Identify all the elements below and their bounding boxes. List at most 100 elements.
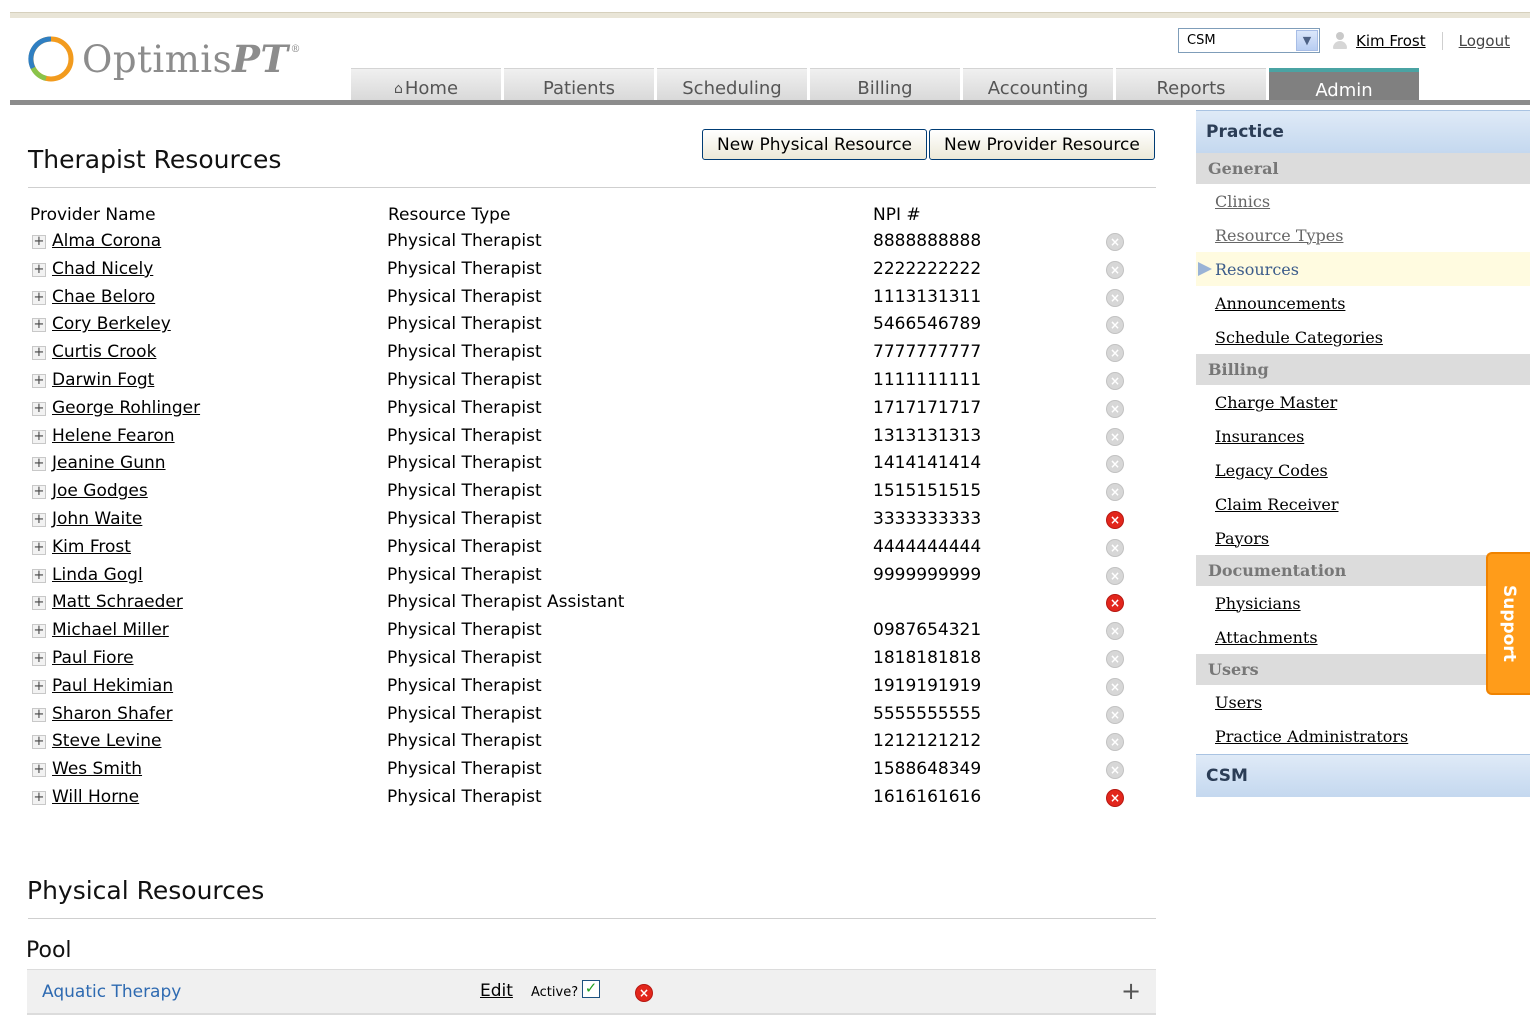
- provider-name-link[interactable]: Chad Nicely: [52, 259, 153, 279]
- expand-plus-icon[interactable]: +: [32, 346, 46, 361]
- delete-icon[interactable]: ×: [1106, 733, 1124, 752]
- expand-plus-icon[interactable]: +: [32, 401, 46, 416]
- new-physical-resource-button[interactable]: New Physical Resource: [702, 129, 928, 160]
- chevron-down-icon[interactable]: ▼: [1296, 30, 1318, 51]
- user-name-link[interactable]: Kim Frost: [1356, 32, 1426, 50]
- provider-name-link[interactable]: Curtis Crook: [52, 342, 156, 362]
- sidebar-item-insurances[interactable]: Insurances: [1196, 419, 1530, 453]
- delete-icon[interactable]: ×: [1106, 538, 1124, 557]
- provider-name-link[interactable]: Linda Gogl: [52, 565, 143, 585]
- expand-plus-icon[interactable]: +: [32, 262, 46, 277]
- sidebar-item-schedule-categories[interactable]: Schedule Categories: [1196, 320, 1530, 354]
- expand-plus-icon[interactable]: +: [32, 540, 46, 555]
- delete-icon[interactable]: ×: [1106, 483, 1124, 502]
- expand-plus-icon[interactable]: +: [32, 679, 46, 694]
- provider-name-link[interactable]: Alma Corona: [52, 231, 161, 251]
- physical-resource-name[interactable]: Aquatic Therapy: [42, 982, 181, 1002]
- sidebar-item-practice-administrators[interactable]: Practice Administrators: [1196, 719, 1530, 753]
- delete-icon[interactable]: ×: [1106, 677, 1124, 696]
- expand-plus-icon[interactable]: +: [32, 735, 46, 750]
- expand-plus-icon[interactable]: +: [32, 707, 46, 722]
- sidebar-csm-header[interactable]: CSM: [1196, 754, 1530, 797]
- expand-plus-icon[interactable]: +: [32, 790, 46, 805]
- delete-icon[interactable]: ×: [1106, 288, 1124, 307]
- sidebar-item-users[interactable]: Users: [1196, 685, 1530, 719]
- support-tab[interactable]: Support: [1486, 552, 1530, 695]
- provider-name-link[interactable]: Michael Miller: [52, 620, 169, 640]
- expand-plus-icon[interactable]: +: [32, 763, 46, 778]
- delete-icon[interactable]: ×: [1106, 788, 1124, 807]
- expand-plus-icon[interactable]: +: [32, 568, 46, 583]
- expand-plus-icon[interactable]: +: [32, 429, 46, 444]
- provider-name-link[interactable]: Darwin Fogt: [52, 370, 154, 390]
- expand-plus-icon[interactable]: +: [32, 512, 46, 527]
- provider-name-link[interactable]: Paul Hekimian: [52, 676, 173, 696]
- provider-name-link[interactable]: Chae Beloro: [52, 287, 155, 307]
- sidebar-item-payors[interactable]: Payors: [1196, 521, 1530, 555]
- provider-name-link[interactable]: Jeanine Gunn: [52, 453, 166, 473]
- tab-accounting[interactable]: Accounting: [963, 68, 1113, 100]
- expand-icon[interactable]: +: [1121, 977, 1141, 1005]
- tab-scheduling[interactable]: Scheduling: [657, 68, 807, 100]
- delete-icon[interactable]: ×: [1106, 594, 1124, 613]
- provider-name-link[interactable]: Steve Levine: [52, 731, 162, 751]
- provider-name-link[interactable]: Paul Fiore: [52, 648, 134, 668]
- tab-reports[interactable]: Reports: [1116, 68, 1266, 100]
- provider-name-link[interactable]: George Rohlinger: [52, 398, 200, 418]
- provider-name-link[interactable]: Cory Berkeley: [52, 314, 171, 334]
- delete-icon[interactable]: ×: [1106, 761, 1124, 780]
- provider-name-link[interactable]: Helene Fearon: [52, 426, 175, 446]
- active-checkbox[interactable]: ✓: [582, 980, 600, 998]
- sidebar-item-label: Clinics: [1215, 191, 1271, 211]
- delete-icon[interactable]: ×: [1106, 260, 1124, 279]
- edit-link[interactable]: Edit: [480, 981, 513, 1001]
- delete-icon[interactable]: ×: [635, 984, 653, 1002]
- delete-icon[interactable]: ×: [1106, 427, 1124, 446]
- expand-plus-icon[interactable]: +: [32, 290, 46, 305]
- delete-icon[interactable]: ×: [1106, 344, 1124, 363]
- sidebar-item-announcements[interactable]: Announcements: [1196, 286, 1530, 320]
- provider-name-link[interactable]: Matt Schraeder: [52, 592, 183, 612]
- expand-plus-icon[interactable]: +: [32, 596, 46, 611]
- expand-plus-icon[interactable]: +: [32, 235, 46, 249]
- delete-icon[interactable]: ×: [1106, 371, 1124, 390]
- delete-icon[interactable]: ×: [1106, 233, 1124, 251]
- provider-name-link[interactable]: Wes Smith: [52, 759, 142, 779]
- delete-icon[interactable]: ×: [1106, 649, 1124, 668]
- expand-plus-icon[interactable]: +: [32, 457, 46, 472]
- delete-icon[interactable]: ×: [1106, 705, 1124, 724]
- expand-plus-icon[interactable]: +: [32, 624, 46, 639]
- provider-name-link[interactable]: John Waite: [52, 509, 142, 529]
- expand-plus-icon[interactable]: +: [32, 485, 46, 500]
- provider-name-link[interactable]: Kim Frost: [52, 537, 131, 557]
- provider-name-link[interactable]: Will Horne: [52, 787, 139, 807]
- optimispt-logo[interactable]: OptimisPT ®: [26, 34, 301, 84]
- tab-admin[interactable]: Admin: [1269, 68, 1419, 101]
- delete-icon[interactable]: ×: [1106, 455, 1124, 474]
- sidebar-item-physicians[interactable]: Physicians: [1196, 586, 1530, 620]
- expand-plus-icon[interactable]: +: [32, 651, 46, 666]
- tab-billing[interactable]: Billing: [810, 68, 960, 100]
- delete-icon[interactable]: ×: [1106, 622, 1124, 641]
- sidebar-item-charge-master[interactable]: Charge Master: [1196, 385, 1530, 419]
- sidebar-item-legacy-codes[interactable]: Legacy Codes: [1196, 453, 1530, 487]
- new-provider-resource-button[interactable]: New Provider Resource: [929, 129, 1155, 160]
- csm-select[interactable]: CSM ▼: [1178, 28, 1320, 53]
- sidebar-item-resources[interactable]: Resources: [1196, 252, 1530, 286]
- provider-name-link[interactable]: Sharon Shafer: [52, 704, 173, 724]
- provider-name-link[interactable]: Joe Godges: [52, 481, 148, 501]
- tab-patients[interactable]: Patients: [504, 68, 654, 100]
- sidebar-item-resource-types[interactable]: Resource Types: [1196, 218, 1530, 252]
- tab-home[interactable]: ⌂ Home: [351, 68, 501, 100]
- delete-icon[interactable]: ×: [1106, 399, 1124, 418]
- sidebar-item-claim-receiver[interactable]: Claim Receiver: [1196, 487, 1530, 521]
- sidebar-item-attachments[interactable]: Attachments: [1196, 620, 1530, 654]
- expand-plus-icon[interactable]: +: [32, 373, 46, 388]
- sidebar-practice-header[interactable]: Practice: [1196, 110, 1530, 153]
- expand-plus-icon[interactable]: +: [32, 318, 46, 333]
- delete-icon[interactable]: ×: [1106, 510, 1124, 529]
- sidebar-item-clinics[interactable]: Clinics: [1196, 184, 1530, 218]
- delete-icon[interactable]: ×: [1106, 566, 1124, 585]
- delete-icon[interactable]: ×: [1106, 316, 1124, 335]
- logout-link[interactable]: Logout: [1459, 32, 1510, 50]
